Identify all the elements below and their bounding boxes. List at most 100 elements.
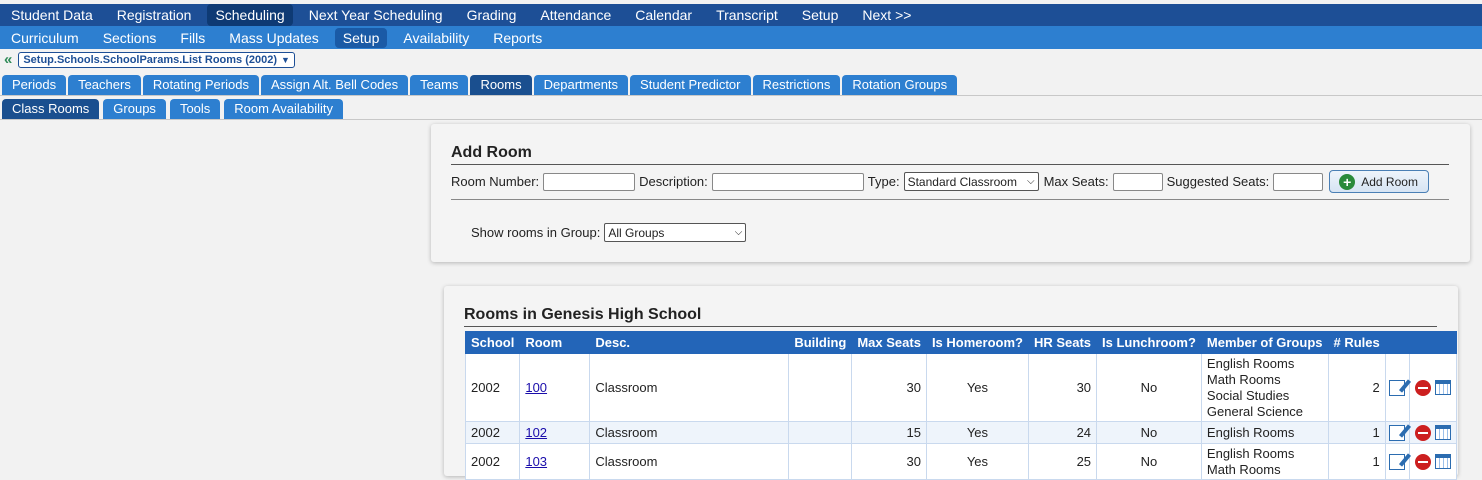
cell-hr-seats: 25	[1027, 443, 1098, 480]
col-school[interactable]: School	[464, 331, 521, 354]
max-seats-input[interactable]	[1112, 172, 1163, 191]
room-number-input[interactable]	[543, 172, 636, 191]
col-is-homeroom[interactable]: Is Homeroom?	[925, 331, 1029, 354]
add-room-form: Room Number: Description: Type: Standard…	[451, 170, 1429, 193]
chevron-down-icon: ⌵	[734, 227, 743, 238]
cell-hr-seats: 30	[1027, 353, 1098, 422]
breadcrumb-select[interactable]: Setup.Schools.SchoolParams.List Rooms (2…	[18, 51, 295, 68]
cell-actions	[1408, 443, 1457, 480]
cell-school: 2002	[464, 443, 521, 480]
subnav-fills[interactable]: Fills	[172, 28, 213, 48]
nav-registration[interactable]: Registration	[109, 4, 200, 26]
cell-building	[788, 443, 853, 480]
subnav-curriculum[interactable]: Curriculum	[3, 28, 87, 48]
nav-next-year-scheduling[interactable]: Next Year Scheduling	[301, 4, 451, 26]
nav-grading[interactable]: Grading	[459, 4, 525, 26]
type-label: Type:	[867, 174, 900, 189]
delete-icon[interactable]	[1414, 424, 1431, 441]
tab-rooms[interactable]: Rooms	[470, 75, 532, 95]
add-room-button-label: Add Room	[1361, 174, 1418, 189]
cell-member-groups: English Rooms Math Rooms	[1200, 443, 1329, 480]
plus-icon: +	[1339, 173, 1356, 190]
nav-calendar[interactable]: Calendar	[627, 4, 700, 26]
type-select[interactable]: Standard Classroom ⌵	[903, 172, 1039, 191]
calendar-icon[interactable]	[1434, 380, 1451, 396]
secondary-tabs: Class Rooms Groups Tools Room Availabili…	[0, 98, 1482, 120]
tab-groups[interactable]: Groups	[103, 99, 166, 119]
cell-rules: 1	[1327, 443, 1386, 480]
nav-scheduling[interactable]: Scheduling	[207, 4, 293, 26]
tab-restrictions[interactable]: Restrictions	[752, 75, 841, 95]
subnav-reports[interactable]: Reports	[485, 28, 550, 48]
tab-tools[interactable]: Tools	[169, 99, 221, 119]
rooms-title-divider	[464, 326, 1437, 327]
rooms-panel: Rooms in Genesis High School School Room…	[444, 286, 1458, 480]
max-seats-label: Max Seats:	[1043, 174, 1109, 189]
breadcrumb: « Setup.Schools.SchoolParams.List Rooms …	[0, 49, 1482, 70]
tab-departments[interactable]: Departments	[533, 75, 629, 95]
cell-edit	[1384, 443, 1410, 480]
subnav-mass-updates[interactable]: Mass Updates	[221, 28, 326, 48]
table-row: 2002 100 Classroom 30 Yes 30 No English …	[464, 353, 1457, 422]
subnav-setup[interactable]: Setup	[334, 27, 388, 48]
suggested-seats-label: Suggested Seats:	[1166, 174, 1270, 189]
tab-room-availability[interactable]: Room Availability	[224, 99, 344, 119]
nav-next[interactable]: Next >>	[854, 4, 919, 26]
tab-student-predictor[interactable]: Student Predictor	[630, 75, 751, 95]
col-building[interactable]: Building	[788, 331, 853, 354]
group-name: Social Studies	[1206, 387, 1290, 403]
nav-setup[interactable]: Setup	[794, 4, 847, 26]
add-room-panel: Add Room Room Number: Description: Type:…	[431, 124, 1470, 262]
calendar-icon[interactable]	[1434, 454, 1451, 470]
description-input[interactable]	[711, 172, 864, 191]
cell-school: 2002	[464, 353, 521, 422]
cell-desc: Classroom	[589, 443, 790, 480]
group-filter: Show rooms in Group: All Groups ⌵	[471, 223, 751, 242]
tab-class-rooms[interactable]: Class Rooms	[2, 99, 100, 119]
tab-teachers[interactable]: Teachers	[68, 75, 141, 95]
cell-desc: Classroom	[589, 353, 790, 422]
edit-icon[interactable]	[1389, 424, 1406, 441]
cell-room: 102	[519, 421, 591, 444]
double-chevron-left-icon[interactable]: «	[4, 52, 12, 67]
rooms-title: Rooms in Genesis High School	[464, 306, 702, 323]
room-link[interactable]: 102	[525, 425, 547, 440]
cell-school: 2002	[464, 421, 521, 444]
subnav-availability[interactable]: Availability	[395, 28, 477, 48]
nav-student-data[interactable]: Student Data	[3, 4, 101, 26]
group-name: Math Rooms	[1206, 371, 1281, 387]
cell-edit	[1384, 421, 1410, 444]
subnav-sections[interactable]: Sections	[95, 28, 165, 48]
add-room-button[interactable]: + Add Room	[1329, 170, 1429, 193]
delete-icon[interactable]	[1414, 453, 1431, 470]
edit-icon[interactable]	[1389, 379, 1406, 396]
nav-transcript[interactable]: Transcript	[708, 4, 786, 26]
table-header-row: School Room Desc. Building Max Seats Is …	[464, 331, 1457, 354]
group-filter-label: Show rooms in Group:	[471, 225, 601, 240]
col-member-groups[interactable]: Member of Groups	[1200, 331, 1329, 354]
calendar-icon[interactable]	[1434, 425, 1451, 441]
tab-periods[interactable]: Periods	[2, 75, 67, 95]
delete-icon[interactable]	[1414, 379, 1431, 396]
sub-nav: Curriculum Sections Fills Mass Updates S…	[0, 26, 1482, 49]
tab-rotation-groups[interactable]: Rotation Groups	[842, 75, 958, 95]
group-name: English Rooms	[1206, 355, 1295, 371]
cell-member-groups: English Rooms	[1200, 421, 1329, 444]
col-max-seats[interactable]: Max Seats	[851, 331, 927, 354]
col-hr-seats[interactable]: HR Seats	[1027, 331, 1098, 354]
col-desc[interactable]: Desc.	[589, 331, 790, 354]
edit-icon[interactable]	[1389, 453, 1406, 470]
room-link[interactable]: 103	[525, 454, 547, 469]
cell-max-seats: 15	[851, 421, 927, 444]
col-room[interactable]: Room	[519, 331, 591, 354]
suggested-seats-input[interactable]	[1273, 172, 1324, 191]
nav-attendance[interactable]: Attendance	[532, 4, 619, 26]
rooms-table: School Room Desc. Building Max Seats Is …	[464, 331, 1457, 480]
tab-rotating-periods[interactable]: Rotating Periods	[142, 75, 259, 95]
tab-assign-alt-bell-codes[interactable]: Assign Alt. Bell Codes	[260, 75, 409, 95]
tab-teams[interactable]: Teams	[410, 75, 469, 95]
col-is-lunchroom[interactable]: Is Lunchroom?	[1096, 331, 1202, 354]
col-rules[interactable]: # Rules	[1327, 331, 1386, 354]
group-select[interactable]: All Groups ⌵	[604, 223, 747, 242]
room-link[interactable]: 100	[525, 380, 547, 395]
